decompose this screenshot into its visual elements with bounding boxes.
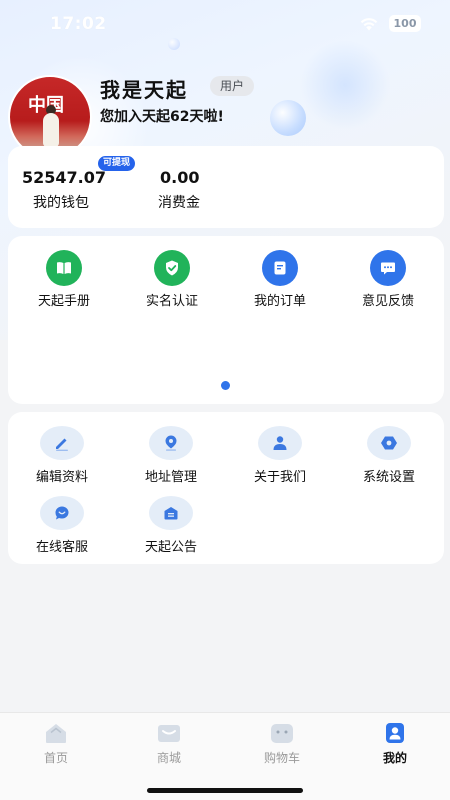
wallet-card: 52547.07 可提现 我的钱包 0.00 消费金 — [8, 146, 444, 228]
announcement-icon — [149, 496, 193, 530]
setting-system[interactable]: 系统设置 — [339, 426, 439, 485]
tab-cart[interactable]: 购物车 — [242, 721, 322, 766]
settings-card: 编辑资料 地址管理 关于我们 系统设置 在线客服 天起公告 — [8, 412, 444, 564]
cart-icon — [269, 721, 295, 745]
setting-edit-profile[interactable]: 编辑资料 — [12, 426, 112, 485]
setting-label: 在线客服 — [35, 540, 88, 555]
home-icon — [43, 721, 69, 745]
decor-bubble — [270, 100, 306, 136]
service-label: 我的订单 — [253, 294, 306, 309]
joined-days-text: 您加入天起62天啦! — [100, 109, 224, 125]
tab-home[interactable]: 首页 — [16, 721, 96, 766]
tab-label: 我的 — [382, 751, 407, 765]
setting-label: 编辑资料 — [35, 470, 88, 485]
setting-label: 地址管理 — [144, 470, 197, 485]
service-label: 意见反馈 — [361, 294, 414, 309]
service-orders[interactable]: 我的订单 — [230, 250, 330, 309]
setting-label: 天起公告 — [144, 540, 197, 555]
wallet-balance[interactable]: 52547.07 — [22, 168, 106, 187]
setting-label: 系统设置 — [362, 470, 415, 485]
decor-glow — [300, 40, 390, 130]
tab-label: 首页 — [43, 751, 68, 765]
setting-announcement[interactable]: 天起公告 — [121, 496, 221, 555]
setting-customer-service[interactable]: 在线客服 — [12, 496, 112, 555]
setting-about-us[interactable]: 关于我们 — [230, 426, 330, 485]
withdrawable-badge: 可提现 — [98, 156, 136, 171]
tab-label: 购物车 — [263, 751, 300, 765]
tab-mine[interactable]: 我的 — [355, 721, 435, 766]
service-label: 实名认证 — [145, 294, 198, 309]
username: 我是天起 — [100, 78, 188, 102]
service-handbook[interactable]: 天起手册 — [14, 250, 114, 309]
wallet-label[interactable]: 我的钱包 — [33, 192, 89, 212]
order-doc-icon — [262, 250, 298, 286]
gear-icon — [367, 426, 411, 460]
home-indicator — [147, 788, 303, 793]
service-label: 天起手册 — [37, 294, 90, 309]
chat-bubble-icon — [370, 250, 406, 286]
profile-icon — [382, 721, 408, 745]
tab-label: 商城 — [156, 751, 181, 765]
role-badge: 用户 — [210, 76, 255, 96]
bottom-tab-bar: 首页 商城 购物车 我的 — [0, 712, 450, 800]
status-bar: 17:02 100 — [0, 0, 450, 50]
service-verification[interactable]: 实名认证 — [122, 250, 222, 309]
services-card: 天起手册 实名认证 我的订单 意见反馈 — [8, 236, 444, 404]
book-icon — [46, 250, 82, 286]
setting-address[interactable]: 地址管理 — [121, 426, 221, 485]
pencil-icon — [40, 426, 84, 460]
spend-balance[interactable]: 0.00 — [160, 168, 199, 187]
location-pin-icon — [149, 426, 193, 460]
status-time: 17:02 — [50, 14, 107, 34]
wifi-icon — [360, 18, 378, 31]
customer-service-icon — [40, 496, 84, 530]
shield-check-icon — [154, 250, 190, 286]
battery-indicator: 100 — [389, 15, 421, 32]
pager-dot-active — [221, 381, 230, 390]
service-feedback[interactable]: 意见反馈 — [338, 250, 438, 309]
tab-mall[interactable]: 商城 — [129, 721, 209, 766]
mall-icon — [156, 721, 182, 745]
setting-label: 关于我们 — [253, 470, 306, 485]
avatar-figure-body — [43, 113, 59, 147]
person-icon — [258, 426, 302, 460]
spend-label[interactable]: 消费金 — [158, 192, 200, 212]
